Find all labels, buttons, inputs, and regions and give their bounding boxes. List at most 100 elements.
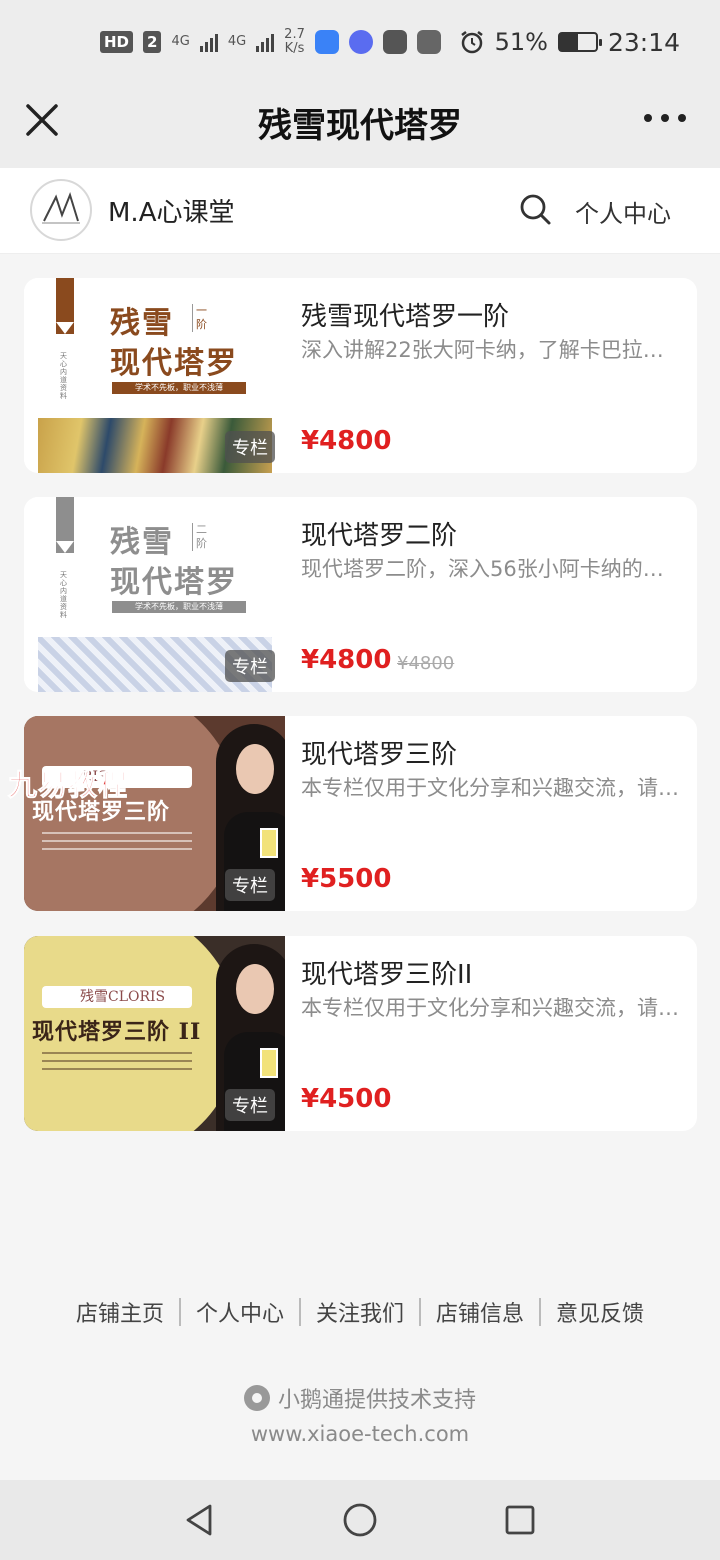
more-icon-dot — [644, 114, 652, 122]
sim-badge: 2 — [143, 31, 162, 53]
shop-header: M.A心课堂 个人中心 — [0, 168, 720, 254]
cover-vertical-text: 天心内道资料 — [60, 571, 67, 619]
cover-art: RIS 现代塔罗三阶 专栏 — [24, 716, 285, 911]
battery-fill — [559, 34, 579, 50]
back-triangle-icon — [186, 1504, 212, 1536]
course-title: 现代塔罗三阶 — [301, 740, 458, 770]
course-price: ¥4800 — [301, 426, 392, 456]
watermark-text: 九易教程 — [7, 768, 129, 803]
cover-line2: 现代塔罗 — [110, 346, 238, 381]
column-tag: 专栏 — [225, 431, 275, 463]
huawei-app-icon — [416, 30, 441, 54]
cover-band: 学术不先板，职业不浅薄 — [112, 382, 246, 394]
course-card[interactable]: 天心内道资料 残雪 现代塔罗 二阶 学术不先板，职业不浅薄 专栏 现代塔罗二阶 … — [24, 497, 697, 692]
cloud-app-icon — [382, 30, 407, 54]
recents-button[interactable] — [495, 1495, 545, 1545]
cloud-app-icon — [314, 30, 339, 54]
status-right: 51% 23:14 — [459, 28, 680, 57]
column-tag: 专栏 — [225, 1089, 275, 1121]
signal-icon — [199, 32, 218, 52]
xiaoe-logo-icon — [243, 1385, 270, 1411]
course-price: ¥4800 — [301, 645, 392, 675]
original-price: ¥4800 — [397, 653, 455, 674]
cover-tagline: 残雪CLORIS — [42, 986, 192, 1008]
course-description: 本专栏仅用于文化分享和兴趣交流，请理性看待 — [301, 776, 681, 800]
cover-body-text — [42, 1052, 192, 1086]
cover-line2: 现代塔罗 — [110, 565, 238, 600]
course-thumbnail: 天心内道资料 残雪 现代塔罗 一阶 学术不先板，职业不浅薄 专栏 — [24, 278, 285, 473]
course-title: 残雪现代塔罗一阶 — [301, 302, 510, 332]
shop-logo-mark — [42, 191, 80, 224]
footer-link-feedback[interactable]: 意见反馈 — [541, 1296, 659, 1328]
course-description: 本专栏仅用于文化分享和兴趣交流，请理性看待 — [301, 996, 681, 1020]
system-nav-bar — [0, 1480, 720, 1560]
course-card[interactable]: 残雪CLORIS 现代塔罗三阶 II 专栏 现代塔罗三阶II 本专栏仅用于文化分… — [24, 936, 697, 1131]
cover-art: 残雪CLORIS 现代塔罗三阶 II 专栏 — [24, 936, 285, 1131]
alarm-icon — [460, 31, 483, 54]
cover-art: 天心内道资料 残雪 现代塔罗 一阶 学术不先板，职业不浅薄 专栏 — [24, 278, 285, 473]
course-description: 深入讲解22张大阿卡纳，了解卡巴拉生命之树 — [301, 338, 681, 362]
hd-badge: HD — [100, 31, 134, 53]
network-type-2: 4G — [227, 34, 247, 49]
footer-link-shop-home[interactable]: 店铺主页 — [61, 1296, 179, 1328]
speed-unit: K/s — [284, 41, 305, 56]
title-bar: 残雪现代塔罗 — [0, 84, 720, 168]
battery-percent: 51% — [494, 28, 548, 56]
more-button[interactable] — [644, 108, 686, 128]
search-icon — [520, 194, 551, 225]
tarot-card — [260, 828, 278, 858]
cover-art: 天心内道资料 残雪 现代塔罗 二阶 学术不先板，职业不浅薄 专栏 — [24, 497, 285, 692]
shop-name[interactable]: M.A心课堂 — [108, 192, 234, 229]
course-title: 现代塔罗二阶 — [301, 521, 458, 551]
signal-icon — [256, 32, 275, 52]
portrait-face — [236, 744, 274, 794]
profile-center-link[interactable]: 个人中心 — [575, 194, 671, 229]
cover-body-text — [42, 832, 192, 866]
cover-level: 一阶 — [192, 304, 208, 332]
search-button[interactable] — [518, 192, 552, 226]
back-button[interactable] — [175, 1495, 225, 1545]
cover-line1: 残雪 — [110, 525, 174, 560]
home-button[interactable] — [335, 1495, 385, 1545]
battery-icon — [557, 32, 602, 52]
page-title: 残雪现代塔罗 — [258, 106, 462, 146]
status-bar: HD 2 4G 4G 2.7 K/s 51% 23:14 — [0, 0, 720, 84]
tarot-card — [260, 1048, 278, 1078]
music-app-icon — [348, 30, 373, 54]
footer-link-follow[interactable]: 关注我们 — [301, 1296, 419, 1328]
cover-level: 二阶 — [192, 523, 208, 551]
speed-value: 2.7 — [284, 27, 305, 42]
course-price: ¥4500 — [301, 1084, 392, 1114]
course-price: ¥5500 — [301, 864, 392, 894]
recents-square-icon — [505, 1505, 535, 1535]
course-thumbnail: 残雪CLORIS 现代塔罗三阶 II 专栏 — [24, 936, 285, 1131]
status-left: HD 2 4G 4G 2.7 K/s — [100, 28, 441, 56]
footer-link-profile[interactable]: 个人中心 — [181, 1296, 299, 1328]
cover-vertical-text: 天心内道资料 — [60, 352, 67, 400]
cover-main-title: 现代塔罗三阶 II — [32, 1019, 202, 1045]
cover-line1: 残雪 — [110, 306, 174, 341]
shop-logo[interactable] — [30, 179, 92, 241]
powered-by-text: 小鹅通提供技术支持 — [277, 1388, 476, 1413]
network-type-1: 4G — [171, 34, 190, 49]
course-card[interactable]: 天心内道资料 残雪 现代塔罗 一阶 学术不先板，职业不浅薄 专栏 残雪现代塔罗一… — [24, 278, 697, 473]
course-title: 现代塔罗三阶II — [301, 960, 473, 990]
footer-links: 店铺主页 个人中心 关注我们 店铺信息 意见反馈 — [0, 1296, 720, 1328]
home-circle-icon — [343, 1503, 377, 1537]
clock: 23:14 — [607, 27, 680, 57]
footer-link-shop-info[interactable]: 店铺信息 — [421, 1296, 539, 1328]
course-description: 现代塔罗二阶，深入56张小阿卡纳的世界 — [301, 557, 681, 581]
network-speed: 2.7 K/s — [284, 28, 305, 56]
column-tag: 专栏 — [225, 869, 275, 901]
more-icon-dot — [661, 114, 669, 122]
course-card[interactable]: RIS 现代塔罗三阶 专栏 现代塔罗三阶 本专栏仅用于文化分享和兴趣交流，请理性… — [24, 716, 697, 911]
cover-flag — [56, 278, 74, 334]
course-thumbnail: RIS 现代塔罗三阶 专栏 — [24, 716, 285, 911]
course-thumbnail: 天心内道资料 残雪 现代塔罗 二阶 学术不先板，职业不浅薄 专栏 — [24, 497, 285, 692]
powered-by: 小鹅通提供技术支持 — [0, 1382, 720, 1414]
cover-band: 学术不先板，职业不浅薄 — [112, 601, 246, 613]
column-tag: 专栏 — [225, 650, 275, 682]
portrait-face — [236, 964, 274, 1014]
more-icon-dot — [678, 114, 686, 122]
site-url: www.xiaoe-tech.com — [250, 1422, 470, 1446]
